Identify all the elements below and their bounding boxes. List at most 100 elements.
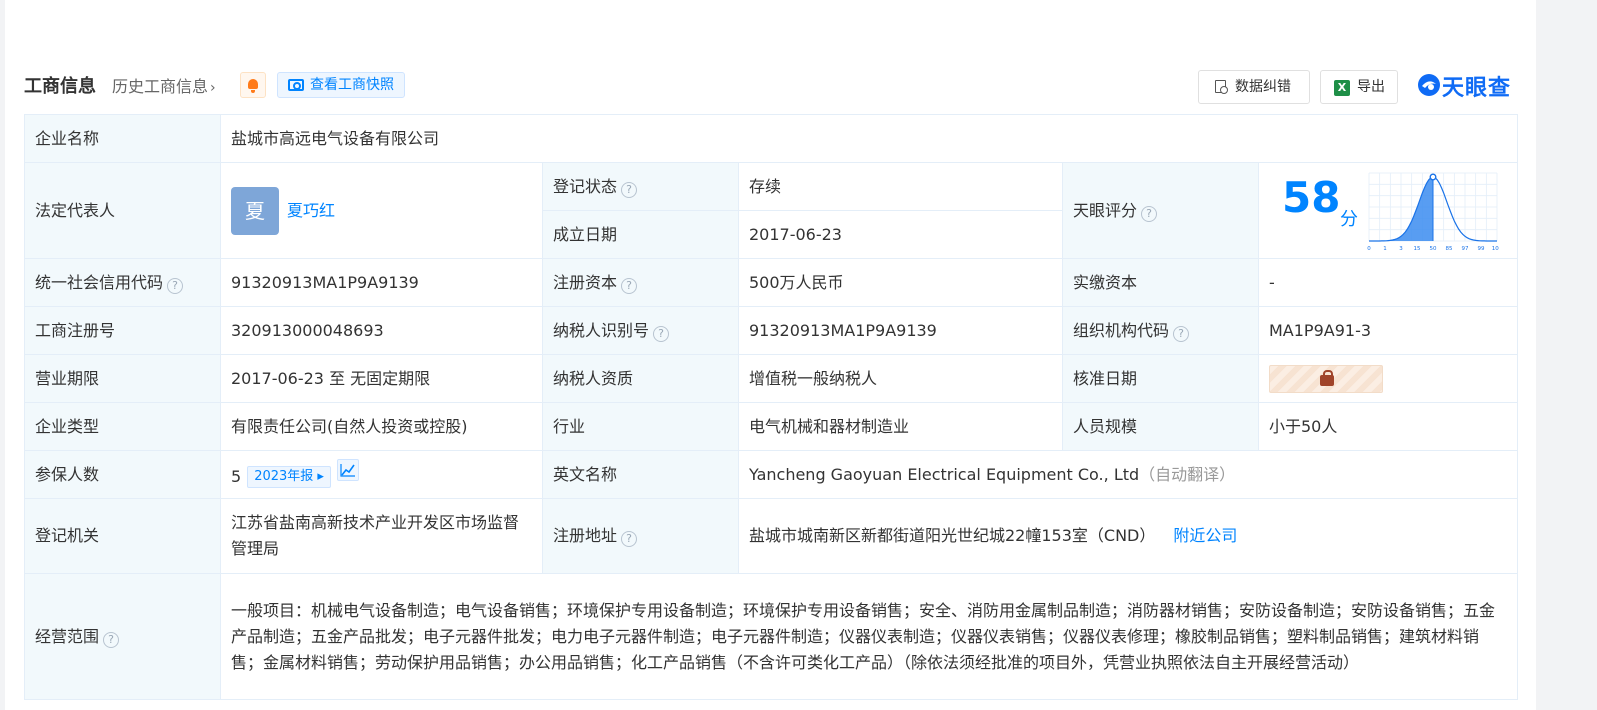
company-type-label: 企业类型 (24, 402, 221, 451)
tianyan-score-label: 天眼评分 (1073, 200, 1138, 220)
page-background-strip (1536, 0, 1597, 710)
view-snapshot-label: 查看工商快照 (310, 77, 394, 93)
help-icon[interactable]: ? (1141, 205, 1158, 222)
chart-tick-label: 3 (1399, 246, 1403, 252)
reg-address-cell: 盐城市城南新区新都街道阳光世纪城22幢153室（CND） 附近公司 (737, 498, 1519, 574)
org-code-label: 组织机构代码 (1073, 320, 1170, 340)
credit-code-label-cell: 统一社会信用代码? (24, 258, 221, 307)
reg-status-label: 登记状态 (553, 176, 618, 196)
industry-value: 电气机械和器材制造业 (738, 402, 1063, 451)
reg-authority-value: 江苏省盐南高新技术产业开发区市场监督管理局 (220, 498, 543, 574)
legal-rep-label: 法定代表人 (24, 162, 221, 259)
trend-chart-icon[interactable] (336, 459, 359, 481)
chart-tick-label: 100 (1492, 246, 1499, 252)
taxpayer-id-label: 纳税人识别号 (553, 320, 650, 340)
reg-address-value: 盐城市城南新区新都街道阳光世纪城22幢153室（CND） (749, 526, 1156, 545)
taxpayer-qual-value: 增值税一般纳税人 (738, 354, 1063, 403)
chevron-right-icon: › (210, 80, 216, 96)
paid-capital-value: - (1257, 258, 1519, 307)
industry-label: 行业 (542, 402, 739, 451)
bell-icon[interactable] (240, 72, 266, 98)
chart-tick-label: 0 (1367, 246, 1371, 252)
help-icon[interactable]: ? (103, 631, 120, 648)
table-row: 营业期限 2017-06-23 至 无固定期限 纳税人资质 增值税一般纳税人 核… (24, 354, 1519, 403)
camera-icon (288, 79, 304, 91)
company-name-label: 企业名称 (24, 114, 221, 163)
help-icon[interactable]: ? (653, 325, 670, 342)
chart-tick-label: 85 (1446, 246, 1453, 252)
score-distribution-chart: 0 1 3 15 50 85 97 99 100 (1367, 172, 1499, 252)
chart-tick-label: 97 (1462, 246, 1469, 252)
reg-authority-label: 登记机关 (24, 498, 221, 574)
approval-date-label: 核准日期 (1062, 354, 1259, 403)
reg-number-label: 工商注册号 (24, 306, 221, 355)
help-icon[interactable]: ? (167, 277, 184, 294)
score-unit: 分 (1340, 209, 1358, 230)
lock-icon (1320, 369, 1334, 386)
document-edit-icon (1215, 80, 1228, 94)
chart-tick-label: 50 (1430, 246, 1437, 252)
logo-mark-icon (1418, 74, 1440, 96)
vip-lock-bar[interactable] (1269, 364, 1383, 393)
taxpayer-id-label-cell: 纳税人识别号? (542, 306, 739, 355)
insured-value: 5 (231, 467, 242, 486)
table-row: 登记机关 江苏省盐南高新技术产业开发区市场监督管理局 注册地址? 盐城市城南新区… (24, 498, 1519, 574)
help-icon[interactable]: ? (621, 277, 638, 294)
english-name-value: Yancheng Gaoyuan Electrical Equipment Co… (749, 464, 1140, 484)
reg-capital-value: 500万人民币 (738, 258, 1063, 307)
paid-capital-label: 实缴资本 (1062, 258, 1259, 307)
org-code-label-cell: 组织机构代码? (1062, 306, 1259, 355)
insured-label: 参保人数 (24, 450, 221, 499)
section-title: 工商信息 (24, 76, 96, 97)
nearby-companies-link[interactable]: 附近公司 (1173, 526, 1237, 545)
credit-code-label: 统一社会信用代码 (35, 272, 164, 292)
help-icon[interactable]: ? (621, 181, 638, 198)
avatar[interactable]: 夏 (231, 186, 279, 235)
reg-address-label-cell: 注册地址? (542, 498, 739, 574)
insured-cell: 5 2023年报 ▸ (220, 450, 543, 499)
table-row: 企业名称 盐城市高远电气设备有限公司 (24, 114, 1519, 163)
section-header: 工商信息 历史工商信息 › 查看工商快照 数据纠错 X 导出 天眼查 (24, 68, 1517, 104)
tianyan-score-cell[interactable]: 58 分 0 1 3 15 50 85 97 99 100 (1257, 162, 1519, 259)
chart-tick-label: 99 (1478, 246, 1485, 252)
table-row: 参保人数 5 2023年报 ▸ 英文名称 Yancheng Gaoyuan Ele… (24, 450, 1519, 499)
reg-status-value: 存续 (738, 162, 1063, 211)
company-type-value: 有限责任公司(自然人投资或控股) (220, 402, 543, 451)
export-label: 导出 (1357, 79, 1385, 95)
approval-date-cell (1257, 354, 1519, 403)
table-row: 法定代表人 夏夏巧红 登记状态? 存续 天眼评分? 58 分 0 1 3 15 50 85… (24, 162, 1519, 259)
excel-icon: X (1334, 80, 1350, 96)
business-term-value: 2017-06-23 至 无固定期限 (220, 354, 543, 403)
business-scope-label: 经营范围 (35, 626, 100, 646)
tianyan-score-label-cell: 天眼评分? (1062, 162, 1259, 259)
help-icon[interactable]: ? (1173, 325, 1190, 342)
help-icon[interactable]: ? (621, 531, 638, 547)
found-date-value: 2017-06-23 (738, 210, 1063, 259)
reg-capital-label-cell: 注册资本? (542, 258, 739, 307)
reg-status-label-cell: 登记状态? (542, 162, 739, 211)
staff-size-label: 人员规模 (1062, 402, 1259, 451)
score-value: 58 (1282, 173, 1341, 222)
data-correction-button[interactable]: 数据纠错 (1198, 70, 1310, 104)
table-row: 企业类型 有限责任公司(自然人投资或控股) 行业 电气机械和器材制造业 人员规模… (24, 402, 1519, 451)
found-date-label: 成立日期 (542, 210, 739, 259)
export-button[interactable]: X 导出 (1320, 70, 1398, 104)
english-name-label: 英文名称 (542, 450, 739, 499)
reg-address-label: 注册地址 (553, 526, 618, 545)
credit-code-value: 91320913MA1P9A9139 (220, 258, 543, 307)
reg-number-value: 320913000048693 (220, 306, 543, 355)
annual-report-tag[interactable]: 2023年报 ▸ (247, 466, 331, 488)
taxpayer-id-value: 91320913MA1P9A9139 (738, 306, 1063, 355)
logo-text: 天眼查 (1442, 76, 1512, 101)
table-row: 统一社会信用代码? 91320913MA1P9A9139 注册资本? 500万人… (24, 258, 1519, 307)
org-code-value: MA1P9A91-3 (1257, 306, 1519, 355)
business-info-table: 企业名称 盐城市高远电气设备有限公司 法定代表人 夏夏巧红 登记状态? 存续 天… (24, 114, 1519, 700)
business-scope-value: 一般项目：机械电气设备制造；电气设备销售；环境保护专用设备制造；环境保护专用设备… (219, 573, 1519, 700)
company-name-value: 盐城市高远电气设备有限公司 (219, 114, 1519, 163)
history-info-link[interactable]: 历史工商信息 › (112, 73, 216, 97)
legal-rep-name-link[interactable]: 夏巧红 (287, 201, 335, 220)
data-correction-label: 数据纠错 (1235, 79, 1291, 95)
chart-tick-label: 1 (1383, 246, 1387, 252)
staff-size-value: 小于50人 (1257, 402, 1519, 451)
view-snapshot-button[interactable]: 查看工商快照 (277, 72, 405, 98)
